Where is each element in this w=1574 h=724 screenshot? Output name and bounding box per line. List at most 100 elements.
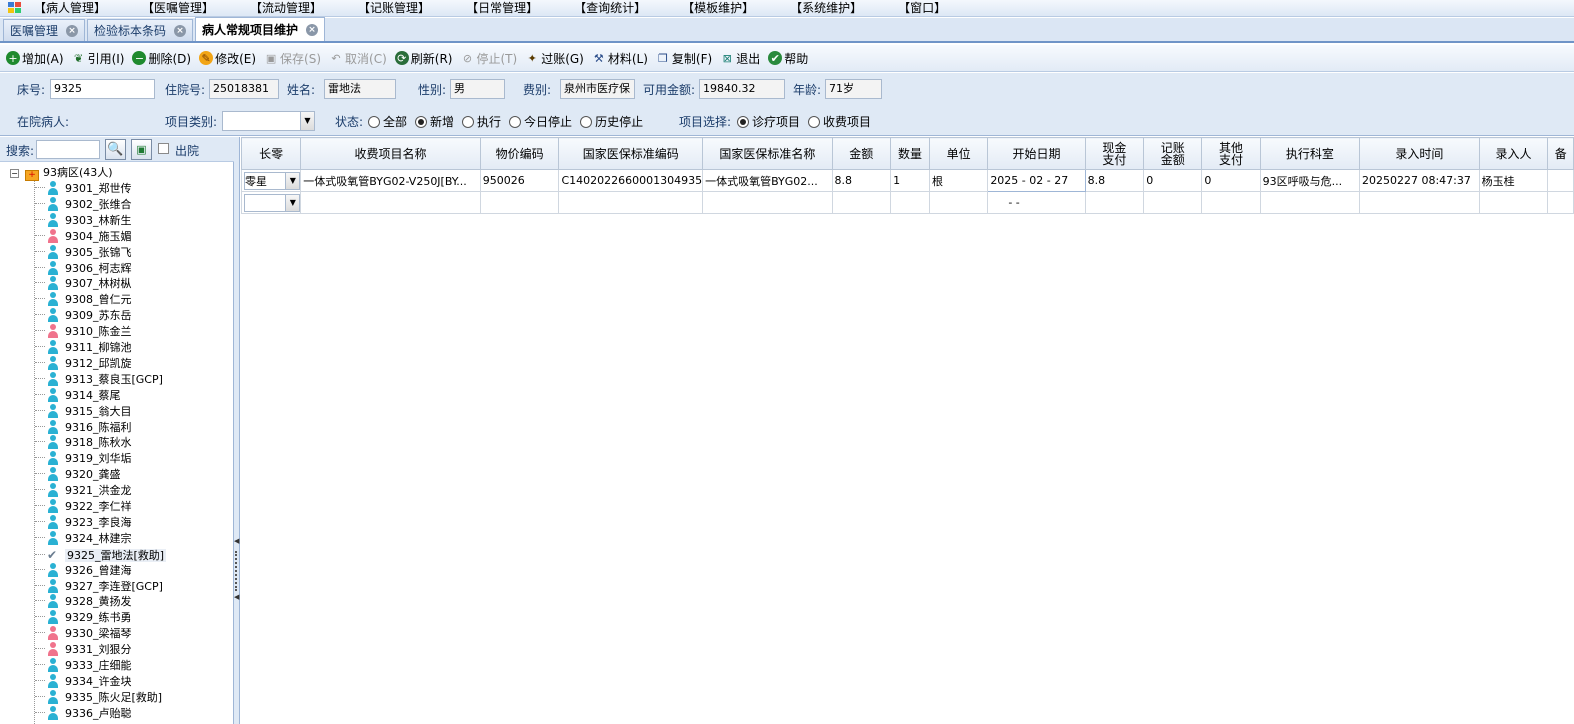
patient-node[interactable]: 9309_苏东岳 — [35, 308, 132, 324]
column-header[interactable]: 收费项目名称 — [300, 137, 481, 170]
table-cell[interactable]: C1402022660001304935 — [558, 169, 704, 192]
table-cell[interactable]: 0 — [1143, 169, 1203, 192]
help-button[interactable]: ✔ 帮助 — [768, 50, 808, 67]
bed-input[interactable]: 9325 — [50, 79, 155, 99]
radio-button[interactable] — [462, 116, 475, 128]
panel-splitter[interactable]: ◀ ◀ — [234, 137, 240, 724]
patient-node[interactable]: 9307_林树枞 — [35, 276, 132, 292]
patient-node[interactable]: 9326_曾建海 — [35, 562, 132, 579]
long-term-select[interactable]: ▼ — [244, 193, 300, 212]
collapse-icon[interactable]: − — [10, 169, 19, 178]
table-cell[interactable] — [300, 191, 481, 214]
tab-2[interactable]: 病人常规项目维护 × — [195, 17, 326, 41]
column-header[interactable]: 其他 支付 — [1201, 137, 1261, 170]
chevron-down-icon[interactable]: ▼ — [285, 194, 300, 211]
table-cell[interactable]: 1 — [890, 169, 931, 192]
patient-node[interactable]: 9319_刘华垢 — [35, 451, 132, 467]
menu-item-3[interactable]: 【记账管理】 — [354, 1, 434, 15]
table-cell[interactable]: 20250227 08:47:37 — [1358, 169, 1480, 192]
copy-button[interactable]: ❐ 复制(F) — [656, 50, 712, 67]
table-cell[interactable] — [929, 191, 989, 214]
menu-item-2[interactable]: 【流动管理】 — [246, 1, 326, 15]
column-header[interactable]: 长零 — [240, 137, 302, 170]
close-icon[interactable]: × — [66, 24, 79, 37]
patient-node[interactable]: 9334_许金块 — [35, 673, 132, 690]
table-cell[interactable]: 根 — [929, 169, 989, 192]
patient-node[interactable]: 9336_卢贻聪 — [35, 705, 132, 722]
table-cell[interactable] — [831, 191, 892, 214]
radio-button[interactable] — [808, 116, 821, 128]
discharged-checkbox[interactable] — [158, 143, 169, 154]
edit-button[interactable]: ✎ 修改(E) — [199, 50, 256, 67]
column-header[interactable]: 录入时间 — [1358, 137, 1480, 170]
filter-button[interactable]: ▣ — [131, 139, 152, 160]
patient-node[interactable]: 9335_陈火足[救助] — [35, 689, 162, 706]
patient-node[interactable]: 9303_林新生 — [35, 212, 132, 229]
stop-button[interactable]: ⊘ 停止(T) — [460, 50, 517, 67]
column-header[interactable]: 物价编码 — [479, 137, 560, 170]
menu-item-7[interactable]: 【系统维护】 — [786, 1, 866, 15]
add-button[interactable]: + 增加(A) — [6, 50, 64, 67]
table-cell[interactable]: 零星 ▼ — [240, 169, 302, 192]
collapse-arrow-icon[interactable]: ◀ — [234, 593, 239, 601]
menu-item-5[interactable]: 【查询统计】 — [570, 1, 650, 15]
patient-node[interactable]: 9328_黄扬发 — [35, 594, 132, 610]
table-cell[interactable]: 950026 — [479, 169, 560, 192]
splitter-grip[interactable] — [235, 551, 237, 591]
collapse-arrow-icon[interactable]: ◀ — [234, 537, 239, 545]
patient-node[interactable]: 9311_柳锦池 — [35, 340, 132, 356]
patient-node[interactable]: 9323_李良海 — [35, 514, 132, 531]
tab-1[interactable]: 检验标本条码 × — [87, 19, 194, 41]
patient-node[interactable]: 9322_李仁祥 — [35, 499, 132, 515]
column-header[interactable]: 现金 支付 — [1084, 137, 1145, 170]
table-cell[interactable]: 2025 - 02 - 27 — [987, 169, 1086, 192]
table-cell[interactable] — [558, 191, 704, 214]
column-header[interactable]: 国家医保标准名称 — [702, 137, 833, 170]
table-cell[interactable] — [1259, 191, 1360, 214]
tab-0[interactable]: 医嘱管理 × — [3, 19, 86, 41]
category-select[interactable]: ▼ — [222, 111, 315, 131]
patient-node[interactable]: ✔ 9325_雷地法[救助] — [35, 547, 167, 563]
patient-node[interactable]: 9324_林建宗 — [35, 530, 132, 547]
radio-button[interactable] — [368, 116, 380, 128]
column-header[interactable]: 单位 — [929, 137, 989, 170]
patient-node[interactable]: 9318_陈秋水 — [35, 435, 132, 451]
radio-button[interactable] — [509, 116, 522, 128]
column-header[interactable]: 记账 金额 — [1143, 137, 1203, 170]
patient-node[interactable]: 9304_施玉媚 — [35, 228, 132, 245]
patient-node[interactable]: 9314_蔡尾 — [35, 387, 121, 404]
refresh-button[interactable]: ⟳ 刷新(R) — [394, 50, 452, 67]
table-cell[interactable] — [1084, 191, 1145, 214]
reference-button[interactable]: ❦ 引用(I) — [72, 50, 125, 67]
close-icon[interactable]: × — [174, 24, 187, 37]
patient-node[interactable]: 9305_张锦飞 — [35, 244, 132, 261]
table-cell[interactable]: 一体式吸氧管BYG02-V250J[BY... — [300, 169, 481, 192]
table-cell[interactable]: - - — [987, 191, 1086, 214]
column-header[interactable]: 备 — [1547, 137, 1574, 170]
table-cell[interactable]: 杨玉桂 — [1478, 169, 1549, 192]
radio-option-新增[interactable]: 新增 — [415, 115, 454, 129]
table-cell[interactable] — [1478, 191, 1549, 214]
patient-node[interactable]: 9330_梁福琴 — [35, 626, 132, 642]
patient-node[interactable]: 9310_陈金兰 — [35, 324, 132, 340]
post-button[interactable]: ✦ 过账(G) — [525, 50, 584, 67]
table-cell[interactable] — [1201, 191, 1261, 214]
patient-node[interactable]: 9333_庄细能 — [35, 658, 132, 674]
patient-node[interactable]: 9316_陈福利 — [35, 419, 132, 436]
column-header[interactable]: 金额 — [831, 137, 892, 170]
menu-item-8[interactable]: 【窗口】 — [894, 1, 950, 15]
column-header[interactable]: 开始日期 — [987, 137, 1086, 170]
radio-button[interactable] — [580, 116, 593, 128]
tree-root[interactable]: − +93病区(43人) — [10, 165, 113, 181]
patient-node[interactable]: 9301_郑世传 — [35, 181, 132, 197]
column-header[interactable]: 录入人 — [1478, 137, 1549, 170]
search-input[interactable] — [36, 140, 100, 159]
table-cell[interactable] — [479, 191, 560, 214]
table-cell[interactable]: 8.8 — [831, 169, 892, 192]
radio-option-诊疗项目[interactable]: 诊疗项目 — [737, 115, 800, 129]
chevron-down-icon[interactable]: ▼ — [300, 112, 314, 130]
exit-button[interactable]: ⊠ 退出 — [720, 50, 761, 67]
close-icon[interactable]: × — [306, 23, 319, 36]
cancel-button[interactable]: ↶ 取消(C) — [329, 50, 386, 67]
radio-option-执行[interactable]: 执行 — [462, 115, 501, 129]
